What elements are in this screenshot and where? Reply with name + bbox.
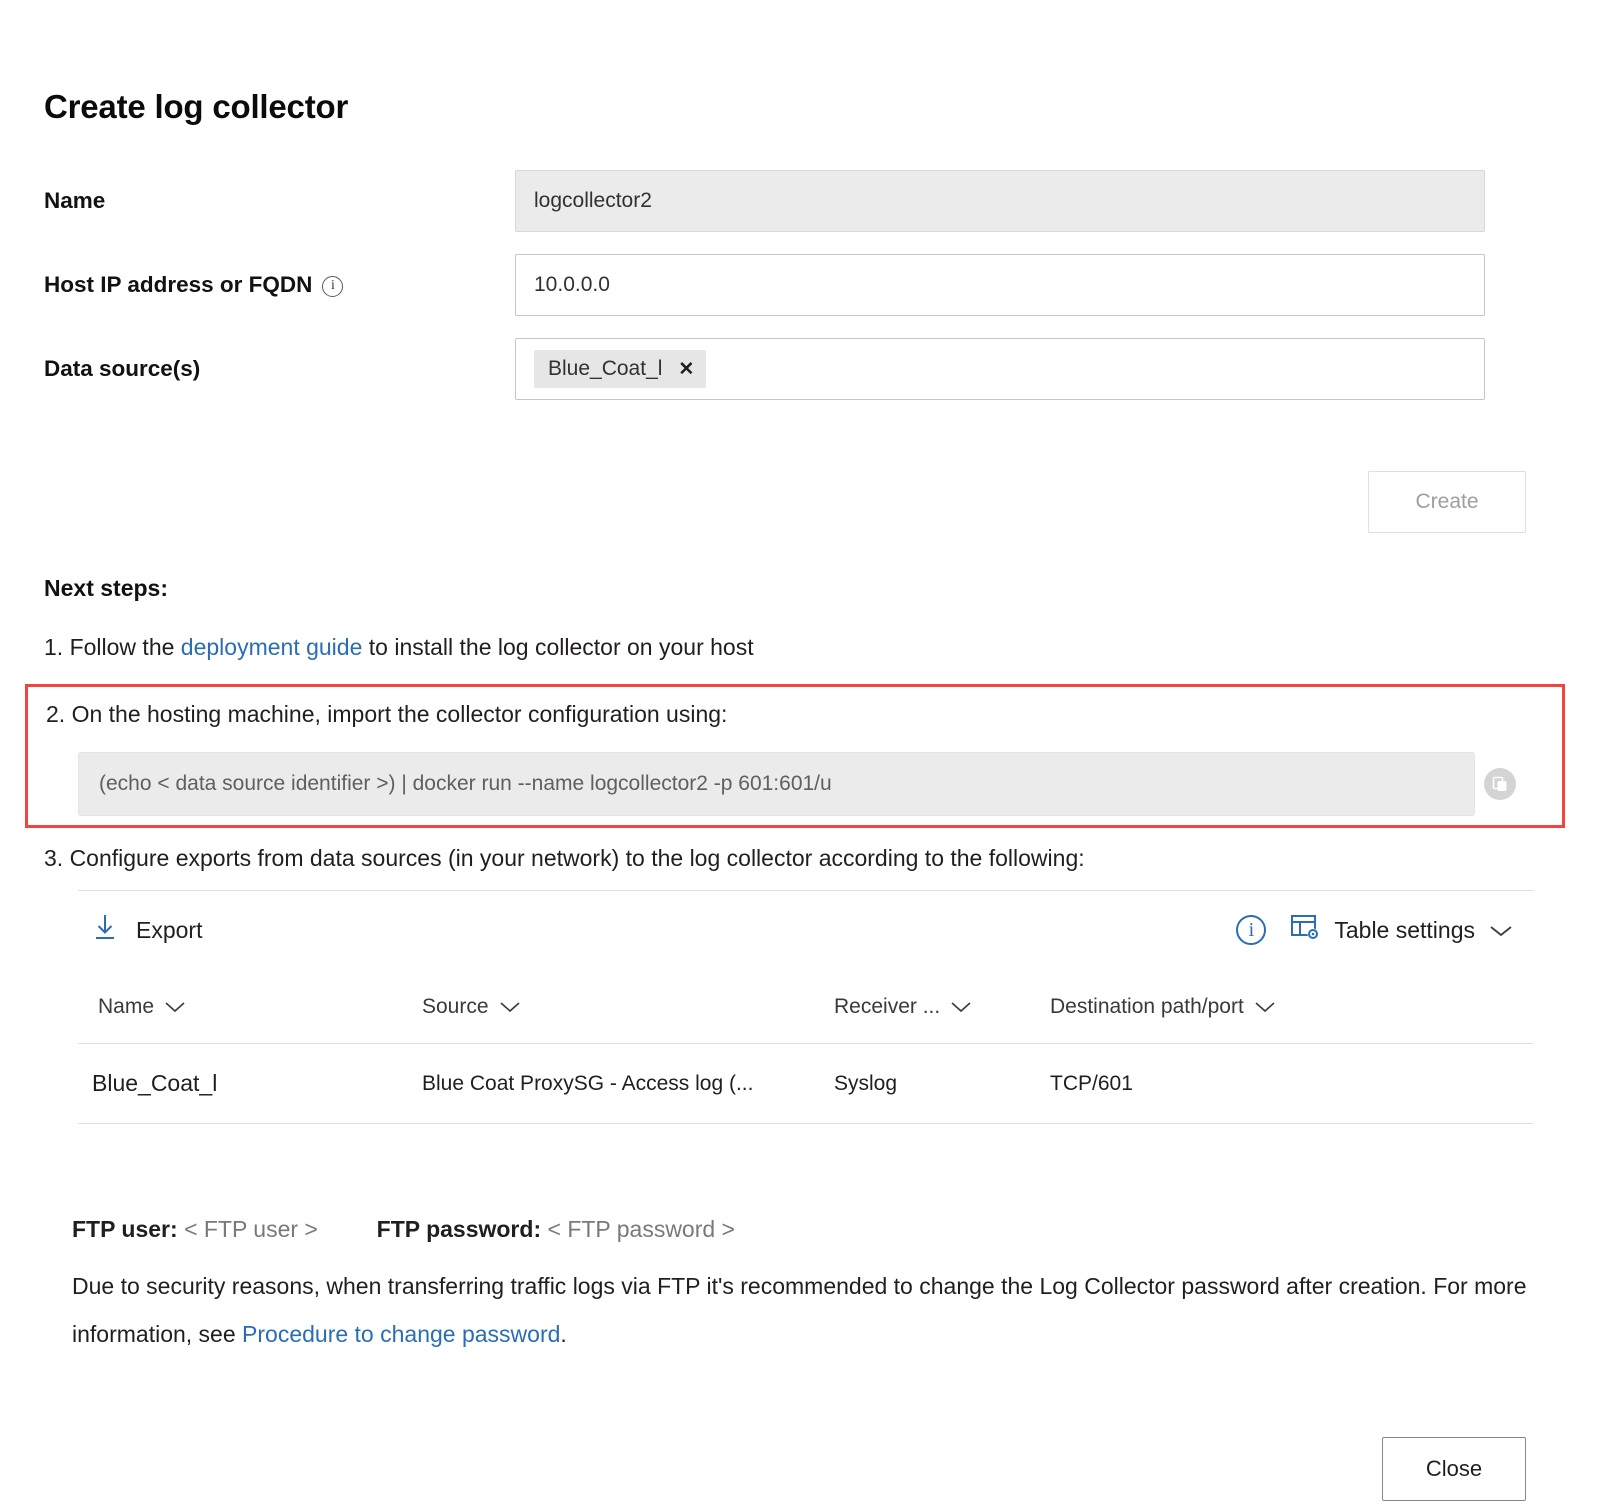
column-header-destination[interactable]: Destination path/port — [1050, 969, 1533, 1044]
exports-table: Name Source — [78, 969, 1533, 1124]
data-source-token-label: Blue_Coat_l — [548, 357, 662, 381]
name-input-value: logcollector2 — [534, 189, 652, 213]
create-button-label: Create — [1415, 490, 1478, 514]
next-steps-heading: Next steps: — [44, 575, 168, 602]
host-input[interactable]: 10.0.0.0 — [515, 254, 1485, 316]
table-settings-label: Table settings — [1334, 917, 1475, 944]
change-password-link[interactable]: Procedure to change password — [242, 1321, 560, 1347]
ftp-password-value: < FTP password > — [548, 1216, 736, 1242]
log-collector-form: Name logcollector2 Host IP address or FQ… — [0, 170, 1611, 422]
name-label: Name — [0, 170, 515, 232]
data-sources-label-text: Data source(s) — [44, 356, 200, 382]
name-input[interactable]: logcollector2 — [515, 170, 1485, 232]
table-row[interactable]: Blue_Coat_l Blue Coat ProxySG - Access l… — [78, 1044, 1533, 1124]
ftp-credentials: FTP user: < FTP user > FTP password: < F… — [72, 1216, 735, 1243]
table-settings-button[interactable]: Table settings — [1290, 913, 1513, 947]
security-note-suffix: . — [560, 1321, 566, 1347]
column-header-source[interactable]: Source — [422, 969, 834, 1044]
cell-destination: TCP/601 — [1050, 1044, 1533, 1124]
next-step-3: 3. Configure exports from data sources (… — [44, 845, 1085, 872]
page-title: Create log collector — [44, 88, 348, 126]
column-header-receiver[interactable]: Receiver ... — [834, 969, 1050, 1044]
close-button-label: Close — [1426, 1456, 1482, 1482]
download-icon — [92, 912, 118, 948]
ftp-user-label-text: FTP user — [72, 1216, 170, 1242]
command-field[interactable]: (echo < data source identifier >) | dock… — [78, 752, 1475, 816]
deployment-guide-link[interactable]: deployment guide — [181, 634, 363, 660]
ftp-user-value: < FTP user > — [184, 1216, 318, 1242]
ftp-user-label: FTP user: — [72, 1216, 178, 1242]
form-row-host: Host IP address or FQDN i 10.0.0.0 — [0, 254, 1611, 316]
remove-token-icon[interactable]: ✕ — [678, 360, 694, 379]
host-label-text: Host IP address or FQDN — [44, 272, 312, 298]
data-source-token[interactable]: Blue_Coat_l ✕ — [534, 350, 706, 388]
create-log-collector-dialog: Create log collector Name logcollector2 … — [0, 0, 1611, 1504]
export-button[interactable]: Export — [92, 912, 202, 948]
next-step-1: 1. Follow the deployment guide to instal… — [44, 634, 754, 661]
table-settings-icon — [1290, 913, 1320, 947]
cell-receiver: Syslog — [834, 1044, 1050, 1124]
next-step-2: 2. On the hosting machine, import the co… — [46, 701, 727, 728]
security-note: Due to security reasons, when transferri… — [72, 1262, 1537, 1358]
chevron-down-icon — [164, 995, 186, 1019]
copy-icon[interactable] — [1484, 768, 1516, 800]
data-sources-input[interactable]: Blue_Coat_l ✕ — [515, 338, 1485, 400]
form-row-data-sources: Data source(s) Blue_Coat_l ✕ — [0, 338, 1611, 400]
info-icon[interactable]: i — [322, 276, 343, 297]
chevron-down-icon — [499, 995, 521, 1019]
cell-name: Blue_Coat_l — [78, 1044, 422, 1124]
column-header-name[interactable]: Name — [78, 969, 422, 1044]
column-header-destination-label: Destination path/port — [1050, 995, 1244, 1019]
info-circle-icon[interactable]: i — [1236, 915, 1266, 945]
chevron-down-icon — [1489, 917, 1513, 944]
data-sources-label: Data source(s) — [0, 338, 515, 400]
toolbar-right-group: i Table settings — [1236, 913, 1513, 947]
table-toolbar: Export i Table setti — [78, 891, 1533, 969]
step-1-suffix: to install the log collector on your hos… — [362, 634, 753, 660]
export-button-label: Export — [136, 917, 202, 944]
export-panel: Export i Table setti — [78, 890, 1533, 1124]
cell-source: Blue Coat ProxySG - Access log (... — [422, 1044, 834, 1124]
host-label: Host IP address or FQDN i — [0, 254, 515, 316]
host-input-value: 10.0.0.0 — [534, 273, 610, 297]
table-header-row: Name Source — [78, 969, 1533, 1044]
command-text: (echo < data source identifier >) | dock… — [99, 772, 832, 796]
create-button[interactable]: Create — [1368, 471, 1526, 533]
column-header-receiver-label: Receiver ... — [834, 995, 940, 1019]
ftp-password-label: FTP password: — [377, 1216, 541, 1242]
step-1-prefix: 1. Follow the — [44, 634, 181, 660]
name-label-text: Name — [44, 188, 105, 214]
chevron-down-icon — [1254, 995, 1276, 1019]
chevron-down-icon — [950, 995, 972, 1019]
close-button[interactable]: Close — [1382, 1437, 1526, 1501]
form-row-name: Name logcollector2 — [0, 170, 1611, 232]
command-field-wrap: (echo < data source identifier >) | dock… — [78, 752, 1475, 816]
ftp-password-label-text: FTP password — [377, 1216, 534, 1242]
column-header-name-label: Name — [98, 995, 154, 1019]
column-header-source-label: Source — [422, 995, 489, 1019]
